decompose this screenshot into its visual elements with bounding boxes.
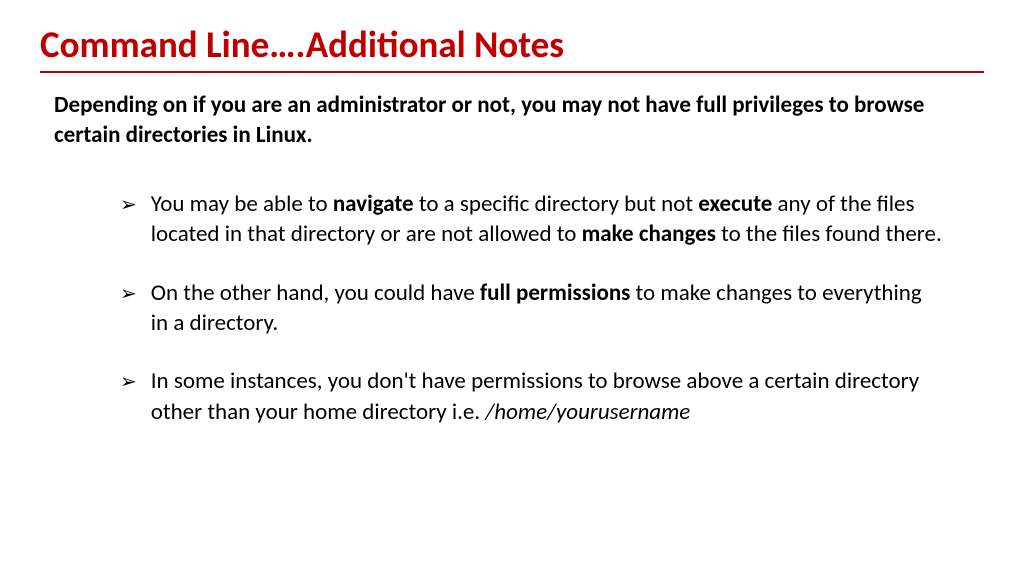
intro-paragraph: Depending on if you are an administrator… (54, 91, 974, 151)
arrow-icon: ➢ (120, 369, 137, 394)
arrow-icon: ➢ (120, 192, 137, 217)
title-rule (40, 71, 984, 73)
bullet-list: ➢ You may be able to navigate to a speci… (120, 189, 944, 427)
list-item: ➢ You may be able to navigate to a speci… (120, 189, 944, 250)
bullet-text: You may be able to navigate to a specifi… (151, 189, 944, 250)
arrow-icon: ➢ (120, 281, 137, 306)
bullet-text: On the other hand, you could have full p… (151, 278, 944, 339)
bullet-text: In some instances, you don't have permis… (151, 366, 944, 427)
list-item: ➢ On the other hand, you could have full… (120, 278, 944, 339)
slide-title: Command Line….Additional Notes (40, 22, 984, 67)
list-item: ➢ In some instances, you don't have perm… (120, 366, 944, 427)
slide: Command Line….Additional Notes Depending… (0, 0, 1024, 576)
